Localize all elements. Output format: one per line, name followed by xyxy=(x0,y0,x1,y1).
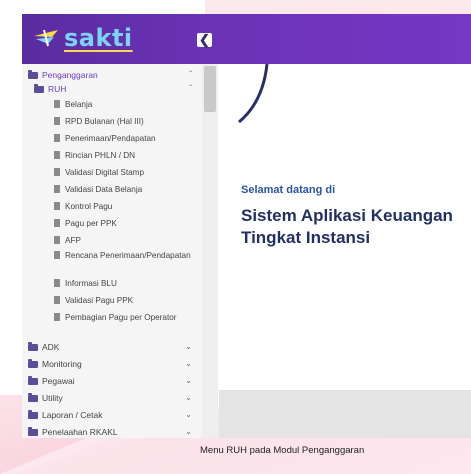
chevron-down-icon: ⌄ xyxy=(185,342,192,351)
system-title: Sistem Aplikasi Keuangan Tingkat Instans… xyxy=(241,206,453,247)
document-icon xyxy=(54,185,60,193)
document-icon xyxy=(54,117,60,125)
chevron-down-icon: ⌄ xyxy=(185,359,192,368)
sidebar-item-afp[interactable]: AFP xyxy=(54,236,194,246)
folder-icon xyxy=(28,358,38,368)
sidebar-module-pegawai[interactable]: Pegawai ⌄ xyxy=(28,374,196,388)
chevron-down-icon: ⌄ xyxy=(185,410,192,419)
sidebar-item-informasi-blu[interactable]: Informasi BLU xyxy=(54,279,194,289)
sidebar-section-penganggaran[interactable]: Penganggaran ˆ xyxy=(28,68,196,82)
top-bar: sakti ❮ xyxy=(22,14,471,64)
sidebar-module-laporan-cetak[interactable]: Laporan / Cetak ⌄ xyxy=(28,408,196,422)
sakti-logo[interactable]: sakti xyxy=(32,20,133,56)
document-icon xyxy=(54,202,60,210)
folder-icon xyxy=(28,409,38,419)
document-icon xyxy=(54,251,60,259)
document-icon xyxy=(54,219,60,227)
scrollbar-thumb[interactable] xyxy=(204,66,216,112)
sidebar-item-rpd-bulanan[interactable]: RPD Bulanan (Hal III) xyxy=(54,117,194,127)
chevron-up-icon: ˆ xyxy=(189,84,192,93)
sidebar-module-utility[interactable]: Utility ⌄ xyxy=(28,391,196,405)
folder-icon xyxy=(28,375,38,385)
sidebar-item-rencana-penerimaan[interactable]: Rencana Penerimaan/Pendapatan xyxy=(48,251,194,261)
sidebar-group-ruh[interactable]: RUH ˆ xyxy=(34,82,196,96)
content-footer-area xyxy=(219,390,471,438)
chevron-down-icon: ⌄ xyxy=(185,393,192,402)
sidebar-item-validasi-digital-stamp[interactable]: Validasi Digital Stamp xyxy=(54,168,194,178)
document-icon xyxy=(54,151,60,159)
sidebar-item-pagu-per-ppk[interactable]: Pagu per PPK xyxy=(54,219,194,229)
folder-icon xyxy=(28,392,38,402)
sidebar-item-pembagian-pagu[interactable]: Pembagian Pagu per Operator xyxy=(48,313,194,323)
document-icon xyxy=(54,236,60,244)
document-icon xyxy=(54,313,60,321)
sidebar-scrollbar[interactable] xyxy=(202,64,218,438)
sidebar-item-validasi-data-belanja[interactable]: Validasi Data Belanja xyxy=(54,185,194,195)
folder-icon xyxy=(28,341,38,351)
sidebar: Penganggaran ˆ RUH ˆ Belanja RPD Bulanan… xyxy=(22,64,203,438)
sidebar-item-penerimaan[interactable]: Penerimaan/Pendapatan xyxy=(54,134,194,144)
app-window: sakti ❮ Penganggaran ˆ RUH ˆ Belanja RPD… xyxy=(22,14,471,438)
document-icon xyxy=(54,168,60,176)
chevron-down-icon: ⌄ xyxy=(185,427,192,436)
chevron-down-icon: ⌄ xyxy=(185,376,192,385)
sidebar-module-adk[interactable]: ADK ⌄ xyxy=(28,340,196,354)
sidebar-collapse-button[interactable]: ❮ xyxy=(197,33,212,47)
folder-icon xyxy=(28,426,38,436)
document-icon xyxy=(54,100,60,108)
document-icon xyxy=(54,134,60,142)
sidebar-item-validasi-pagu-ppk[interactable]: Validasi Pagu PPK xyxy=(54,296,194,306)
chevron-left-icon: ❮ xyxy=(199,32,210,47)
folder-icon xyxy=(34,83,44,93)
sidebar-module-monitoring[interactable]: Monitoring ⌄ xyxy=(28,357,196,371)
sidebar-item-belanja[interactable]: Belanja xyxy=(54,100,194,110)
sidebar-item-rincian-phln[interactable]: Rincian PHLN / DN xyxy=(54,151,194,161)
main-content: Selamat datang di Sistem Aplikasi Keuang… xyxy=(219,64,471,390)
logo-text: sakti xyxy=(64,24,133,52)
figure-caption: Menu RUH pada Modul Penganggaran xyxy=(200,445,365,456)
decorative-swoosh xyxy=(238,64,269,124)
sidebar-item-kontrol-pagu[interactable]: Kontrol Pagu xyxy=(54,202,194,212)
logo-icon xyxy=(32,26,60,50)
sidebar-section-label: Penganggaran xyxy=(42,70,98,80)
sidebar-group-label: RUH xyxy=(48,84,67,94)
sidebar-module-penelaahan-rkakl[interactable]: Penelaahan RKAKL ⌄ xyxy=(28,425,196,438)
document-icon xyxy=(54,279,60,287)
welcome-text: Selamat datang di xyxy=(241,184,336,196)
welcome-card: Selamat datang di Sistem Aplikasi Keuang… xyxy=(219,64,471,390)
document-icon xyxy=(54,296,60,304)
folder-icon xyxy=(28,69,38,79)
chevron-up-icon: ˆ xyxy=(189,70,192,79)
